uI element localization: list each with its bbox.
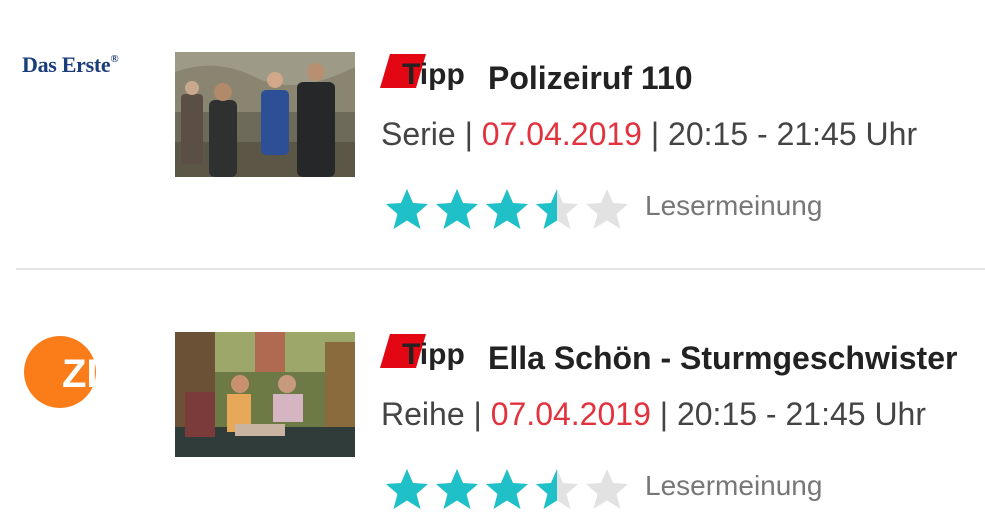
show-time: 20:15 - 21:45 Uhr (676, 396, 926, 432)
show-type: Serie (381, 116, 456, 152)
rating-label[interactable]: Lesermeinung (645, 190, 822, 222)
star-rating[interactable] (382, 186, 632, 232)
star-rating[interactable] (382, 466, 632, 512)
channel-name: Das Erste (22, 52, 111, 77)
show-title[interactable]: Polizeiruf 110 (488, 60, 693, 97)
svg-text:Tipp: Tipp (402, 58, 465, 91)
star-icon[interactable] (532, 186, 582, 232)
star-icon[interactable] (382, 466, 432, 512)
star-icon[interactable] (482, 186, 532, 232)
listing-row[interactable]: ZDF Tipp Ella Schön - Sturmgeschwister R… (0, 280, 985, 530)
star-icon[interactable] (432, 186, 482, 232)
registered-mark: ® (110, 53, 119, 65)
show-time: 20:15 - 21:45 Uhr (668, 116, 918, 152)
star-icon[interactable] (582, 186, 632, 232)
show-date: 07.04.2019 (481, 116, 642, 152)
star-icon[interactable] (382, 186, 432, 232)
divider (16, 268, 985, 270)
show-meta: Reihe | 07.04.2019 | 20:15 - 21:45 Uhr (381, 396, 926, 432)
svg-text:Tipp: Tipp (402, 338, 465, 371)
star-icon[interactable] (532, 466, 582, 512)
show-type: Reihe (381, 396, 465, 432)
star-icon[interactable] (482, 466, 532, 512)
show-date: 07.04.2019 (490, 396, 651, 432)
tipp-badge: Tipp (380, 334, 465, 371)
rating-label[interactable]: Lesermeinung (645, 470, 822, 502)
show-meta: Serie | 07.04.2019 | 20:15 - 21:45 Uhr (381, 116, 918, 152)
das-erste-logo[interactable]: Das Erste® (22, 52, 119, 78)
show-thumbnail[interactable] (175, 332, 355, 457)
star-icon[interactable] (432, 466, 482, 512)
star-icon[interactable] (582, 466, 632, 512)
tipp-badge: Tipp (380, 54, 465, 91)
listing-row[interactable]: Das Erste® Tipp Polizeiruf 110 Serie | 0… (0, 0, 985, 250)
show-thumbnail[interactable] (175, 52, 355, 177)
zdf-logo[interactable]: ZDF (22, 332, 152, 412)
svg-text:ZDF: ZDF (62, 352, 140, 396)
show-title[interactable]: Ella Schön - Sturmgeschwister (488, 340, 957, 377)
